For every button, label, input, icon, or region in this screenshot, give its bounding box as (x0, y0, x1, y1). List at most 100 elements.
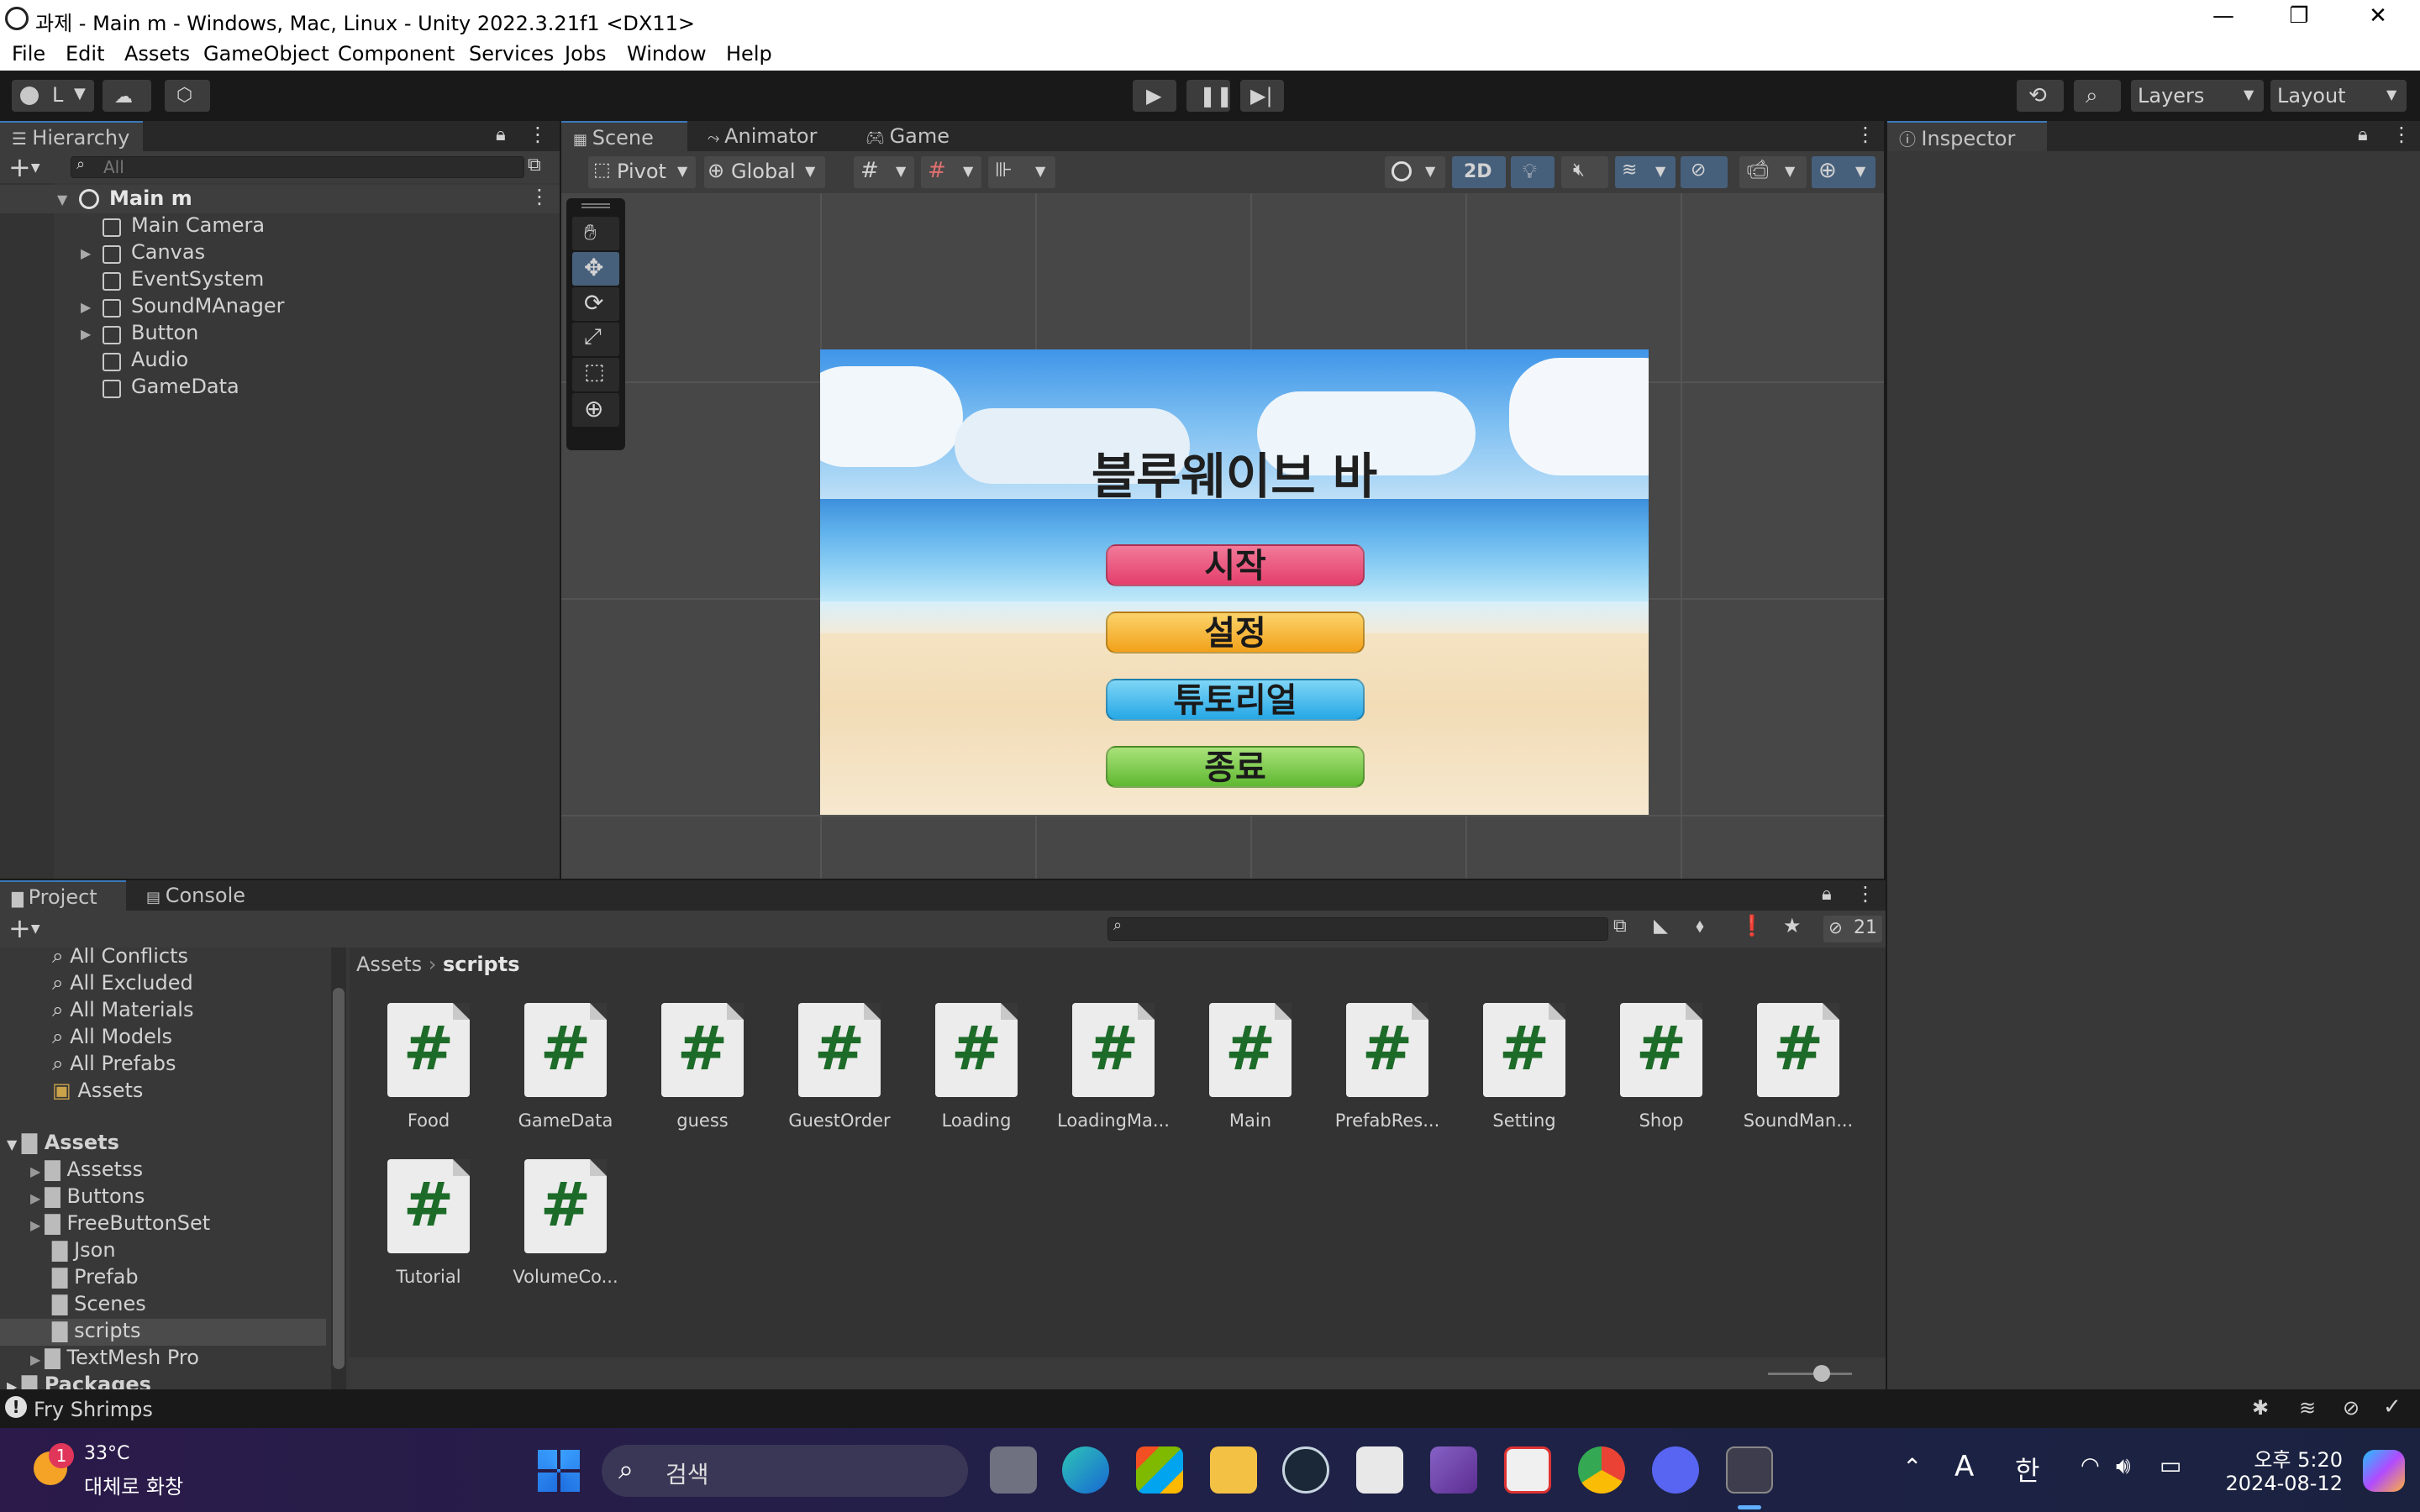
folder-item[interactable]: ▶ ▇ FreeButtonSet (30, 1211, 210, 1235)
more-options-icon[interactable]: ⋮ (1855, 882, 1876, 906)
script-asset[interactable]: # VolumeCo... (507, 1159, 624, 1310)
collab-button[interactable]: ⬡ (165, 80, 210, 112)
filter-label-icon[interactable]: ⬧ (1696, 916, 1704, 937)
grid-snap-button[interactable]: # ▼ (854, 156, 914, 188)
store-icon[interactable] (1136, 1446, 1183, 1494)
hierarchy-item[interactable]: EventSystem (0, 267, 560, 294)
favorite-item[interactable]: ⌕ All Prefabs (52, 1052, 176, 1075)
hierarchy-item[interactable]: Audio (0, 348, 560, 375)
search-button[interactable]: ⌕ (2074, 80, 2121, 112)
filter-type-icon[interactable]: ◣ (1654, 916, 1668, 937)
pivot-dropdown[interactable]: ⬚ Pivot ▼ (588, 156, 696, 188)
rotate-tool-button[interactable]: ⟳ (572, 287, 619, 321)
toggle-2d-button[interactable]: 2D (1452, 156, 1506, 188)
status-message[interactable]: Fry Shrimps (34, 1398, 153, 1421)
menu-gameobject[interactable]: GameObject (203, 42, 329, 66)
volume-icon[interactable]: 🔊︎ (2116, 1452, 2131, 1480)
start-button[interactable]: 시작 (1106, 544, 1365, 586)
hierarchy-item[interactable]: ▶ SoundMAnager (0, 294, 560, 321)
battery-icon[interactable]: ▭ (2160, 1452, 2181, 1479)
hierarchy-search-input[interactable]: ⌕ All (71, 155, 524, 178)
visual-studio-icon[interactable] (1430, 1446, 1477, 1494)
folder-item[interactable]: ▶ ▇ Assetss (30, 1158, 143, 1181)
folder-item[interactable]: ▇ Scenes (52, 1292, 146, 1315)
clock-date[interactable]: 2024-08-12 (2215, 1472, 2343, 1495)
script-asset[interactable]: # LoadingMa... (1055, 1003, 1172, 1154)
menu-file[interactable]: File (12, 42, 45, 66)
script-asset[interactable]: # GameData (507, 1003, 624, 1154)
camera-button[interactable]: 📹︎ ▼ (1739, 156, 1807, 188)
layers-icon[interactable]: ≋ (2299, 1396, 2316, 1420)
add-object-button[interactable]: +▼ (8, 151, 40, 183)
hierarchy-item[interactable]: Main Camera (0, 213, 560, 240)
chrome-icon[interactable] (1578, 1446, 1625, 1494)
tab-scene[interactable]: ▦ Scene (561, 121, 687, 151)
network-icon[interactable]: ⊘ (2343, 1396, 2360, 1420)
script-asset[interactable]: # SoundMan... (1739, 1003, 1857, 1154)
tab-inspector[interactable]: ⓘ Inspector (1887, 121, 2047, 151)
start-button[interactable] (538, 1450, 580, 1492)
script-asset[interactable]: # Setting (1465, 1003, 1583, 1154)
hidden-packages-toggle[interactable]: ⊘ 21 (1823, 916, 1882, 942)
menu-jobs[interactable]: Jobs (565, 42, 607, 66)
close-button[interactable]: ✕ (2353, 3, 2403, 29)
favorite-star-icon[interactable]: ★ (1783, 914, 1802, 937)
script-asset[interactable]: # GuestOrder (781, 1003, 898, 1154)
audio-button[interactable]: 🔇︎ (1561, 156, 1608, 188)
game-canvas[interactable]: 블루웨이브 바 시작 설정 튜토리얼 종료 (820, 349, 1649, 815)
favorite-item[interactable]: ⌕ All Models (52, 1025, 172, 1048)
more-options-icon[interactable]: ⋮ (529, 185, 550, 208)
history-button[interactable]: ⟲ (2017, 80, 2064, 112)
zoom-slider-track[interactable] (1768, 1373, 1852, 1375)
script-asset[interactable]: # Main (1192, 1003, 1309, 1154)
tab-animator[interactable]: ⤳ Animator (696, 121, 847, 151)
script-asset[interactable]: # Shop (1602, 1003, 1720, 1154)
hierarchy-item[interactable]: GameData (0, 375, 560, 402)
hierarchy-item[interactable]: ▶ Button (0, 321, 560, 348)
weather-widget[interactable]: 1 33°C 대체로 화창 (25, 1438, 202, 1502)
project-search-input[interactable]: ⌕ (1107, 916, 1608, 941)
lock-icon[interactable]: 🔒︎ (496, 124, 506, 145)
expand-arrow-icon[interactable]: ▶ (81, 299, 91, 315)
menu-edit[interactable]: Edit (66, 42, 104, 66)
unity-editor-icon[interactable] (1726, 1446, 1773, 1494)
more-options-icon[interactable]: ⋮ (2391, 123, 2412, 146)
scene-row[interactable]: ▼ Main m ⋮ (0, 185, 560, 213)
minimize-button[interactable]: — (2198, 3, 2249, 29)
tab-console[interactable]: ▤ Console (134, 880, 269, 911)
menu-component[interactable]: Component (338, 42, 455, 66)
scale-tool-button[interactable]: ⤢ (572, 323, 619, 356)
favorite-item[interactable]: ⌕ All Materials (52, 998, 193, 1021)
menu-services[interactable]: Services (469, 42, 554, 66)
menu-assets[interactable]: Assets (124, 42, 190, 66)
search-options-icon[interactable]: ⧉ (1613, 916, 1627, 937)
tree-scrollbar[interactable] (331, 948, 346, 1389)
folder-item-selected[interactable]: ▇ scripts (52, 1319, 140, 1342)
shading-mode-button[interactable]: ▼ (1385, 156, 1445, 188)
gizmos-button[interactable]: ⊕ ▼ (1812, 156, 1876, 188)
script-asset[interactable]: # Tutorial (370, 1159, 487, 1310)
move-tool-button[interactable]: ✥ (572, 252, 619, 286)
scrollbar-thumb[interactable] (333, 988, 345, 1369)
lock-icon[interactable]: 🔒︎ (2358, 124, 2368, 145)
ime-mode-indicator[interactable]: A (1954, 1450, 1974, 1483)
quit-button[interactable]: 종료 (1106, 746, 1365, 788)
tab-project[interactable]: ▇ Project (0, 880, 126, 911)
copilot-icon[interactable] (2363, 1450, 2405, 1492)
layout-dropdown[interactable]: Layout ▼ (2270, 80, 2407, 112)
script-asset[interactable]: # Loading (918, 1003, 1035, 1154)
tab-hierarchy[interactable]: ☰ Hierarchy (0, 121, 143, 151)
folder-item[interactable]: ▶ ▇ TextMesh Pro (30, 1346, 199, 1369)
create-button[interactable]: +▼ (8, 912, 40, 944)
folder-item[interactable]: ▇ Json (52, 1238, 116, 1262)
rect-tool-button[interactable]: ⬚ (572, 358, 619, 391)
menu-window[interactable]: Window (627, 42, 707, 66)
ruler-button[interactable]: ⊪ ▼ (988, 156, 1055, 188)
warning-icon[interactable]: ❗ (1739, 914, 1765, 937)
assets-root[interactable]: ▼ ▇ Assets (7, 1131, 119, 1154)
hierarchy-item[interactable]: ▶ Canvas (0, 240, 560, 267)
debug-icon[interactable]: ✱ (2252, 1396, 2269, 1420)
account-dropdown[interactable]: L ▼ (12, 80, 94, 112)
lock-icon[interactable]: 🔒︎ (1822, 884, 1832, 905)
favorite-item[interactable]: ⌕ All Excluded (52, 971, 193, 995)
